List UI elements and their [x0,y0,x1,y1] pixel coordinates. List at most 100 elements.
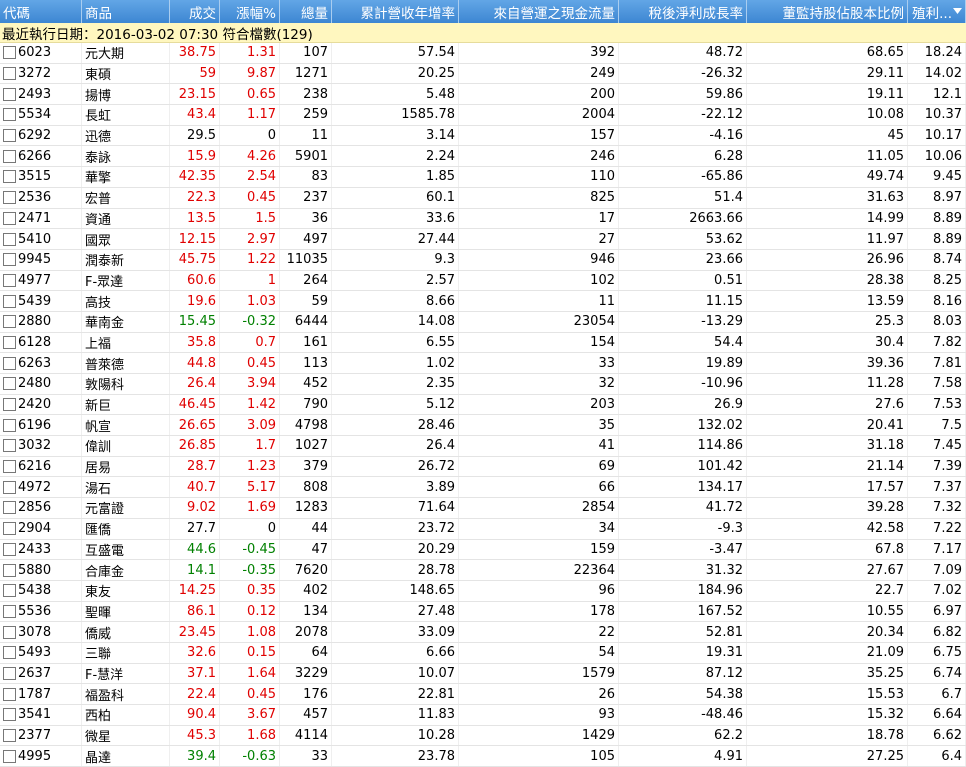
row-checkbox[interactable] [3,708,16,722]
table-row[interactable]: 2471 資通 13.5 1.5 36 33.6 17 2663.66 14.99 8.89 [0,208,966,230]
cell-volume: 457 [280,705,332,725]
cell-change-pct: 0.7 [220,332,280,353]
table-row[interactable]: 2377 微星 45.3 1.68 4114 10.28 1429 62.2 18.78 6.62 [0,725,966,747]
cell-name-text: 偉訓 [85,440,112,456]
table-row[interactable]: 5493 三聯 32.6 0.15 64 6.66 54 19.31 21.09 6.75 [0,642,966,664]
table-row[interactable]: 1787 福盈科 22.4 0.45 176 22.81 26 54.38 15.53 6.7 [0,684,966,705]
row-checkbox[interactable] [3,170,16,184]
row-checkbox[interactable] [3,149,16,163]
cell-yield: 8.25 [908,270,966,291]
cell-revenue-growth: 20.25 [332,63,459,84]
cell-price-text: 45.75 [178,252,216,268]
table-row[interactable]: 9945 潤泰新 45.75 1.22 11035 9.3 946 23.66 26.96 8.7… [0,249,966,271]
table-row[interactable]: 2493 揚博 23.15 0.65 238 5.48 200 59.86 19.11 12.1 [0,84,966,106]
header-revenue-growth[interactable]: 累計營收年增率 [332,0,459,23]
table-row[interactable]: 4977 F-眾達 60.6 1 264 2.57 102 0.51 28.38 8.25 [0,270,966,292]
table-row[interactable]: 5439 高技 19.6 1.03 59 8.66 11 11.15 13.59 8.16 [0,291,966,312]
row-checkbox[interactable] [3,480,16,494]
row-checkbox[interactable] [3,749,16,763]
row-checkbox[interactable] [3,460,16,474]
cell-volume-text: 402 [303,583,328,599]
row-checkbox[interactable] [3,646,16,660]
table-row[interactable]: 4995 晶達 39.4 -0.63 33 23.78 105 4.91 27.25 6.4 [0,746,966,767]
row-checkbox[interactable] [3,335,16,349]
row-checkbox[interactable] [3,232,16,246]
row-checkbox[interactable] [3,729,16,743]
table-row[interactable]: 5534 長虹 43.4 1.17 259 1585.78 2004 -22.12 10.08 1… [0,105,966,126]
header-name[interactable]: 商品 [82,0,170,23]
table-row[interactable]: 3032 偉訓 26.85 1.7 1027 26.4 41 114.86 31.18 7.45 [0,436,966,457]
row-checkbox[interactable] [3,666,16,680]
table-row[interactable]: 6023 元大期 38.75 1.31 107 57.54 392 48.72 68.65 18.… [0,43,966,64]
table-row[interactable]: 6263 普萊德 44.8 0.45 113 1.02 33 19.89 39.36 7.81 [0,353,966,374]
header-code[interactable]: 代碼 [0,0,82,23]
row-checkbox[interactable] [3,315,16,329]
row-checkbox[interactable] [3,46,16,60]
row-checkbox[interactable] [3,604,16,618]
row-checkbox[interactable] [3,67,16,81]
row-checkbox[interactable] [3,439,16,453]
header-price[interactable]: 成交 [170,0,220,23]
table-row[interactable]: 2856 元富證 9.02 1.69 1283 71.64 2854 41.72 39.28 7.… [0,498,966,519]
row-checkbox[interactable] [3,253,16,267]
cell-net-profit-growth: 52.81 [619,622,747,642]
table-row[interactable]: 2637 F-慧洋 37.1 1.64 3229 10.07 1579 87.12 35.25 6… [0,663,966,685]
table-row[interactable]: 3515 華擎 42.35 2.54 83 1.85 110 -65.86 49.74 9.45 [0,167,966,188]
table-row[interactable]: 6128 上福 35.8 0.7 161 6.55 154 54.4 30.4 7.82 [0,332,966,354]
row-checkbox[interactable] [3,129,16,143]
row-checkbox[interactable] [3,542,16,556]
table-row[interactable]: 2536 宏普 22.3 0.45 237 60.1 825 51.4 31.63 8.97 [0,187,966,209]
row-checkbox[interactable] [3,87,16,101]
table-row[interactable]: 6292 迅德 29.5 0 11 3.14 157 -4.16 45 10.17 [0,125,966,147]
header-operating-cash-flow[interactable]: 來自營運之現金流量 [459,0,619,23]
table-row[interactable]: 5880 合庫金 14.1 -0.35 7620 28.78 22364 31.32 27.67… [0,560,966,581]
table-row[interactable]: 4972 湯石 40.7 5.17 808 3.89 66 134.17 17.57 7.37 [0,477,966,499]
cell-yield-text: 6.4 [941,748,962,764]
row-checkbox[interactable] [3,377,16,391]
table-row[interactable]: 5438 東友 14.25 0.35 402 148.65 96 184.96 22.7 7.02 [0,580,966,602]
cell-yield: 12.1 [908,84,966,105]
header-volume[interactable]: 總量 [280,0,332,23]
table-row[interactable]: 3078 僑威 23.45 1.08 2078 33.09 22 52.81 20.34 6.82 [0,622,966,643]
table-row[interactable]: 6216 居易 28.7 1.23 379 26.72 69 101.42 21.14 7.39 [0,456,966,478]
header-director-holding[interactable]: 董監持股佔股本比例 [747,0,908,23]
row-checkbox[interactable] [3,398,16,412]
table-row[interactable]: 3541 西柏 90.4 3.67 457 11.83 93 -48.46 15.32 6.64 [0,705,966,726]
header-yield[interactable]: 殖利... [908,0,966,23]
row-checkbox[interactable] [3,356,16,370]
cell-name: 資通 [82,208,170,229]
cell-net-profit-growth: 62.2 [619,725,747,746]
row-checkbox[interactable] [3,108,16,122]
table-row[interactable]: 5536 聖暉 86.1 0.12 134 27.48 178 167.52 10.55 6.97 [0,601,966,623]
table-row[interactable]: 3272 東碩 59 9.87 1271 20.25 249 -26.32 29.11 14.02 [0,63,966,85]
table-row[interactable]: 2880 華南金 15.45 -0.32 6444 14.08 23054 -13.29 25.… [0,311,966,333]
table-row[interactable]: 2904 匯僑 27.7 0 44 23.72 34 -9.3 42.58 7.22 [0,518,966,540]
row-checkbox[interactable] [3,687,16,701]
cell-net-profit-growth-text: 132.02 [697,417,744,433]
table-row[interactable]: 6196 帆宣 26.65 3.09 4798 28.46 35 132.02 20.41 7.5 [0,415,966,437]
cell-change-pct: 3.67 [220,705,280,725]
table-row[interactable]: 2420 新巨 46.45 1.42 790 5.12 203 26.9 27.6 7.53 [0,394,966,416]
header-net-profit-growth[interactable]: 稅後淨利成長率 [619,0,747,23]
table-row[interactable]: 2480 敦陽科 26.4 3.94 452 2.35 32 -10.96 11.28 7.58 [0,374,966,395]
row-checkbox[interactable] [3,563,16,577]
cell-director-holding-text: 29.11 [866,66,904,82]
row-checkbox[interactable] [3,522,16,536]
header-change-pct[interactable]: 漲幅% [220,0,280,23]
table-row[interactable]: 6266 泰詠 15.9 4.26 5901 2.24 246 6.28 11.05 10.06 [0,146,966,168]
row-checkbox[interactable] [3,584,16,598]
row-checkbox[interactable] [3,191,16,205]
cell-net-profit-growth: 114.86 [619,436,747,456]
cell-yield-text: 7.58 [933,376,962,392]
row-checkbox[interactable] [3,273,16,287]
row-checkbox[interactable] [3,418,16,432]
table-row[interactable]: 5410 國眾 12.15 2.97 497 27.44 27 53.62 11.97 8.89 [0,229,966,250]
row-checkbox[interactable] [3,625,16,639]
cell-net-profit-growth: 4.91 [619,746,747,767]
cell-code-text: 6023 [18,45,52,61]
row-checkbox[interactable] [3,501,16,515]
row-checkbox[interactable] [3,211,16,225]
cell-price-text: 43.4 [187,107,216,123]
row-checkbox[interactable] [3,294,16,308]
table-row[interactable]: 2433 互盛電 44.6 -0.45 47 20.29 159 -3.47 67.8 7.17 [0,539,966,561]
